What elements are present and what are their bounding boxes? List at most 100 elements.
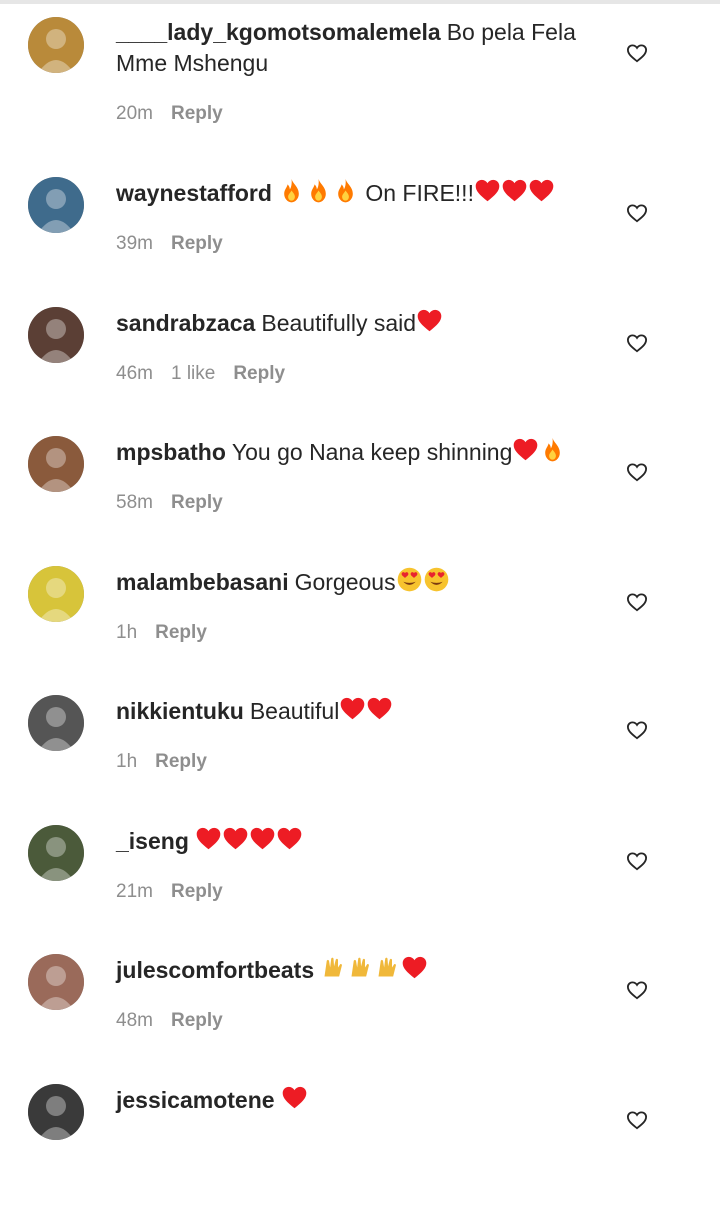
heart-emoji — [249, 825, 276, 852]
comment-time: 20m — [116, 103, 153, 124]
avatar[interactable] — [28, 177, 84, 233]
comment-meta: 46m 1 like Reply — [116, 363, 596, 385]
reply-button[interactable]: Reply — [155, 622, 207, 643]
like-heart-icon[interactable] — [626, 333, 648, 353]
comment-username[interactable]: nikkientuku — [116, 698, 244, 724]
clap-emoji — [374, 954, 401, 981]
comment-item: jessicamotene — [0, 1084, 720, 1214]
heart-eyes-emoji — [396, 566, 423, 593]
comment-item: _iseng 21m Reply — [0, 825, 720, 955]
comment-body: mpsbatho You go Nana keep shinning 58m Repl… — [116, 436, 596, 514]
comment-message: You go Nana keep shinning — [231, 439, 513, 465]
heart-emoji — [501, 177, 528, 204]
comment-username[interactable]: malambebasani — [116, 569, 289, 595]
comment-username[interactable]: mpsbatho — [116, 439, 226, 465]
comment-username[interactable]: julescomfortbeats — [116, 957, 314, 983]
comment-body: julescomfortbeats 48m Reply — [116, 954, 596, 1032]
comment-item: nikkientuku Beautiful 1h Reply — [0, 695, 720, 825]
avatar[interactable] — [28, 825, 84, 881]
clap-emoji — [347, 954, 374, 981]
comment-body: sandrabzaca Beautifully said 46m 1 like Repl… — [116, 307, 596, 385]
heart-emoji — [416, 307, 443, 334]
comment-body: _iseng 21m Reply — [116, 825, 596, 903]
avatar[interactable] — [28, 307, 84, 363]
comment-time: 39m — [116, 233, 153, 254]
comment-meta: 21m Reply — [116, 881, 596, 903]
comment-meta: 20m Reply — [116, 103, 596, 125]
avatar[interactable] — [28, 1084, 84, 1140]
heart-emoji — [339, 695, 366, 722]
comment-meta: 58m Reply — [116, 492, 596, 514]
like-heart-icon[interactable] — [626, 1110, 648, 1130]
fire-emoji — [305, 177, 332, 204]
comment-username[interactable]: jessicamotene — [116, 1087, 275, 1113]
comment-time: 46m — [116, 363, 153, 384]
comment-text: nikkientuku Beautiful — [116, 695, 596, 727]
reply-button[interactable]: Reply — [171, 881, 223, 902]
comment-meta: 48m Reply — [116, 1010, 596, 1032]
like-heart-icon[interactable] — [626, 592, 648, 612]
like-heart-icon[interactable] — [626, 980, 648, 1000]
comment-body: waynestafford On FIRE!!! 39m Reply — [116, 177, 596, 255]
comment-username[interactable]: _iseng — [116, 828, 189, 854]
comment-username[interactable]: sandrabzaca — [116, 310, 255, 336]
fire-emoji — [539, 436, 566, 463]
comment-item: mpsbatho You go Nana keep shinning 58m Repl… — [0, 436, 720, 566]
comment-username[interactable]: ____lady_kgomotsomalemela — [116, 19, 441, 45]
reply-button[interactable]: Reply — [171, 233, 223, 254]
comment-item: ____lady_kgomotsomalemela Bo pela Fela Mm… — [0, 17, 720, 147]
comment-body: nikkientuku Beautiful 1h Reply — [116, 695, 596, 773]
heart-emoji — [401, 954, 428, 981]
reply-button[interactable]: Reply — [155, 751, 207, 772]
comment-time: 21m — [116, 881, 153, 902]
heart-emoji — [474, 177, 501, 204]
reply-button[interactable]: Reply — [171, 103, 223, 124]
top-divider — [0, 0, 720, 4]
comment-username[interactable]: waynestafford — [116, 180, 272, 206]
comment-text: _iseng — [116, 825, 596, 857]
comment-message: Beautiful — [249, 698, 340, 724]
comment-body: ____lady_kgomotsomalemela Bo pela Fela Mm… — [116, 17, 596, 125]
heart-emoji — [276, 825, 303, 852]
comment-time: 1h — [116, 622, 138, 643]
comment-meta: 1h Reply — [116, 622, 596, 644]
like-heart-icon[interactable] — [626, 851, 648, 871]
comment-item: julescomfortbeats 48m Reply — [0, 954, 720, 1084]
clap-emoji — [320, 954, 347, 981]
comment-time: 1h — [116, 751, 138, 772]
comment-message: Gorgeous — [294, 569, 396, 595]
heart-emoji — [281, 1084, 308, 1111]
avatar[interactable] — [28, 17, 84, 73]
like-heart-icon[interactable] — [626, 720, 648, 740]
reply-button[interactable]: Reply — [171, 1010, 223, 1031]
avatar[interactable] — [28, 695, 84, 751]
comment-item: malambebasani Gorgeous 1h Reply — [0, 566, 720, 696]
heart-emoji — [366, 695, 393, 722]
comment-meta: 39m Reply — [116, 233, 596, 255]
avatar[interactable] — [28, 566, 84, 622]
heart-emoji — [528, 177, 555, 204]
comment-text: malambebasani Gorgeous — [116, 566, 596, 598]
avatar[interactable] — [28, 954, 84, 1010]
comment-text: waynestafford On FIRE!!! — [116, 177, 596, 209]
comment-body: jessicamotene — [116, 1084, 596, 1116]
comment-message: Beautifully said — [261, 310, 417, 336]
heart-emoji — [222, 825, 249, 852]
like-heart-icon[interactable] — [626, 43, 648, 63]
comment-time: 48m — [116, 1010, 153, 1031]
comment-likes[interactable]: 1 like — [171, 363, 215, 384]
fire-emoji — [278, 177, 305, 204]
comment-text: julescomfortbeats — [116, 954, 596, 986]
like-heart-icon[interactable] — [626, 462, 648, 482]
reply-button[interactable]: Reply — [171, 492, 223, 513]
comment-meta: 1h Reply — [116, 751, 596, 773]
avatar[interactable] — [28, 436, 84, 492]
heart-emoji — [512, 436, 539, 463]
comment-text: mpsbatho You go Nana keep shinning — [116, 436, 596, 468]
heart-eyes-emoji — [423, 566, 450, 593]
like-heart-icon[interactable] — [626, 203, 648, 223]
comment-text: ____lady_kgomotsomalemela Bo pela Fela Mm… — [116, 17, 596, 79]
fire-emoji — [332, 177, 359, 204]
heart-emoji — [195, 825, 222, 852]
reply-button[interactable]: Reply — [233, 363, 285, 384]
